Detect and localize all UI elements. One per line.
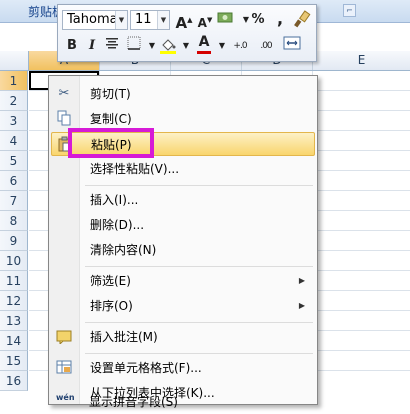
menu-item-cut-label: 剪切(T) bbox=[90, 87, 131, 101]
row-header-3[interactable]: 3 bbox=[0, 111, 28, 131]
grow-font-button[interactable]: A▲ bbox=[174, 10, 194, 32]
comment-icon bbox=[55, 328, 73, 346]
borders-button[interactable] bbox=[124, 36, 144, 56]
phonetic-icon: wén bbox=[56, 393, 75, 402]
merge-center-button[interactable] bbox=[282, 36, 302, 56]
grow-font-icon: A bbox=[175, 14, 188, 32]
percent-style-button[interactable]: % bbox=[248, 10, 268, 30]
font-name-select[interactable]: Tahoma ▼ bbox=[62, 10, 128, 30]
menu-item-sort-label: 排序(O) bbox=[90, 299, 133, 313]
submenu-arrow-icon: ▶ bbox=[298, 276, 305, 285]
row-header-1[interactable]: 1 bbox=[0, 71, 28, 91]
menu-separator bbox=[85, 266, 313, 267]
menu-separator bbox=[85, 322, 313, 323]
menu-item-show-phonetic-label: 显示拼音字段(S) bbox=[89, 395, 178, 409]
menu-item-insert[interactable]: 插入(I)... bbox=[51, 188, 315, 212]
menu-item-paste-special[interactable]: 选择性粘贴(V)... bbox=[51, 157, 315, 181]
format-cells-icon bbox=[55, 359, 73, 377]
mini-toolbar: Tahoma ▼ 11 ▼ A▲ A▼ ▼ % , B I ▼ ▼ A ▼ +.… bbox=[57, 4, 317, 62]
menu-item-filter-label: 筛选(E) bbox=[90, 274, 131, 288]
menu-item-format-cells[interactable]: 设置单元格格式(F)... bbox=[51, 356, 315, 380]
menu-item-clear-contents-label: 清除内容(N) bbox=[90, 243, 157, 257]
format-painter-icon bbox=[294, 10, 311, 28]
row-header-6[interactable]: 6 bbox=[0, 171, 28, 191]
number-group-launcher-icon[interactable]: ⌐ bbox=[343, 4, 356, 17]
menu-item-insert-label: 插入(I)... bbox=[90, 193, 139, 207]
merge-center-icon bbox=[283, 36, 301, 50]
row-header-15[interactable]: 15 bbox=[0, 351, 28, 371]
chevron-down-icon[interactable]: ▼ bbox=[176, 36, 196, 56]
row-header-2[interactable]: 2 bbox=[0, 91, 28, 111]
row-header-16[interactable]: 16 bbox=[0, 371, 28, 391]
menu-separator bbox=[85, 353, 313, 354]
font-size-value: 11 bbox=[135, 12, 152, 27]
row-header-11[interactable]: 11 bbox=[0, 271, 28, 291]
row-header-4[interactable]: 4 bbox=[0, 131, 28, 151]
shrink-font-icon: A bbox=[197, 16, 207, 30]
font-color-button[interactable]: A bbox=[194, 34, 214, 54]
font-color-bar bbox=[197, 51, 211, 54]
shrink-font-button[interactable]: A▼ bbox=[195, 10, 215, 30]
menu-item-format-cells-label: 设置单元格格式(F)... bbox=[90, 361, 202, 375]
row-header-8[interactable]: 8 bbox=[0, 211, 28, 231]
menu-item-delete-label: 删除(D)... bbox=[90, 218, 145, 232]
bold-button[interactable]: B bbox=[62, 36, 82, 56]
select-all-corner[interactable] bbox=[0, 51, 29, 70]
comma-style-button[interactable]: , bbox=[270, 9, 290, 29]
decrease-decimal-button[interactable]: .00 bbox=[254, 36, 278, 56]
accounting-format-button[interactable] bbox=[216, 10, 236, 30]
highlight-annotation-box bbox=[68, 128, 154, 158]
row-header-12[interactable]: 12 bbox=[0, 291, 28, 311]
font-size-select[interactable]: 11 ▼ bbox=[130, 10, 170, 30]
menu-item-cut[interactable]: ✂ 剪切(T) bbox=[51, 82, 315, 106]
row-header-13[interactable]: 13 bbox=[0, 311, 28, 331]
menu-item-clear-contents[interactable]: 清除内容(N) bbox=[51, 238, 315, 262]
chevron-down-icon[interactable]: ▼ bbox=[157, 11, 169, 29]
row-header-14[interactable]: 14 bbox=[0, 331, 28, 351]
copy-icon bbox=[55, 110, 73, 128]
menu-item-insert-comment[interactable]: 插入批注(M) bbox=[51, 325, 315, 349]
menu-item-paste-special-label: 选择性粘贴(V)... bbox=[90, 162, 180, 176]
center-align-button[interactable] bbox=[102, 36, 122, 56]
row-header-9[interactable]: 9 bbox=[0, 231, 28, 251]
chevron-down-icon[interactable]: ▼ bbox=[115, 11, 127, 29]
fill-color-button[interactable] bbox=[158, 36, 178, 56]
menu-item-sort[interactable]: 排序(O) ▶ bbox=[51, 294, 315, 318]
row-header-10[interactable]: 10 bbox=[0, 251, 28, 271]
format-painter-button[interactable] bbox=[292, 10, 312, 30]
row-header-7[interactable]: 7 bbox=[0, 191, 28, 211]
font-name-value: Tahoma bbox=[67, 12, 118, 27]
scissors-icon: ✂ bbox=[58, 86, 70, 101]
submenu-arrow-icon: ▶ bbox=[298, 301, 305, 310]
context-menu: ✂ 剪切(T) 复制(C) 粘贴(P) 选择性粘贴(V)... 插入(I)...… bbox=[48, 75, 318, 405]
borders-icon bbox=[127, 36, 141, 50]
align-center-icon bbox=[106, 38, 118, 49]
font-color-icon: A bbox=[198, 34, 210, 50]
row-header-5[interactable]: 5 bbox=[0, 151, 28, 171]
column-header-e[interactable]: E bbox=[313, 51, 410, 70]
increase-decimal-button[interactable]: +.0 bbox=[228, 36, 252, 56]
fill-color-icon bbox=[160, 39, 176, 54]
menu-item-insert-comment-label: 插入批注(M) bbox=[90, 330, 158, 344]
menu-item-delete[interactable]: 删除(D)... bbox=[51, 213, 315, 237]
menu-separator bbox=[85, 185, 313, 186]
menu-item-show-phonetic[interactable]: wén 显示拼音字段(S) bbox=[50, 390, 314, 414]
currency-icon bbox=[217, 12, 233, 23]
menu-item-filter[interactable]: 筛选(E) ▶ bbox=[51, 269, 315, 293]
italic-button[interactable]: I bbox=[82, 36, 102, 56]
